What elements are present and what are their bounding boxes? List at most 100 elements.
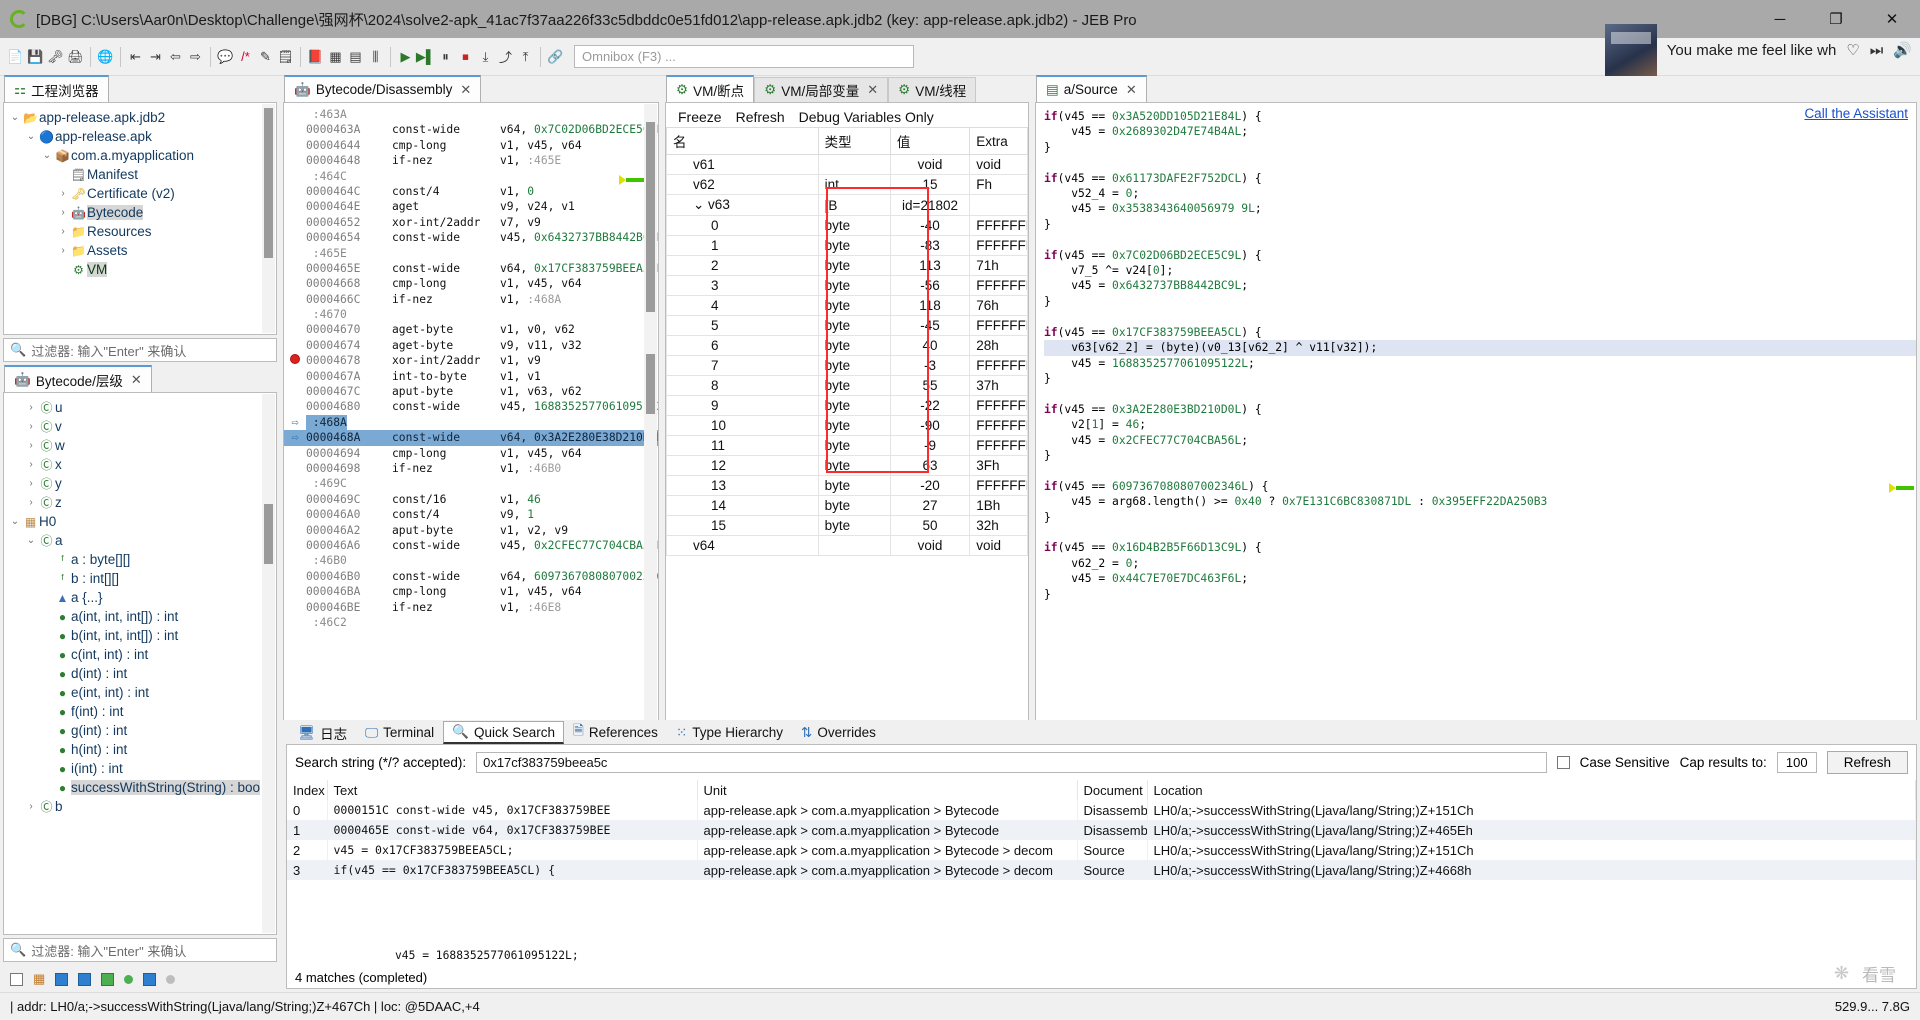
bytecode-line[interactable]: 00004652 xor-int/2addr v7, v9 (284, 215, 658, 230)
table-row[interactable]: 14 byte 27 1Bh (666, 495, 1028, 516)
tab-bytecode-disassembly[interactable]: 🤖 Bytecode/Disassembly ✕ (284, 75, 482, 102)
variable-value[interactable]: -83 (889, 235, 971, 256)
chevron-right-icon[interactable]: › (56, 207, 70, 218)
tree-item[interactable]: ● h(int) : int (4, 740, 276, 759)
grid-icon[interactable]: ▦ (33, 971, 45, 987)
checkbox-blue-icon[interactable] (143, 972, 157, 986)
source-line[interactable]: } (1044, 217, 1916, 232)
table-row[interactable]: v61 void void (666, 154, 1028, 175)
table-row[interactable]: 3 if(v45 == 0x17CF383759BEEA5CL) {app-re… (287, 860, 1916, 880)
bytecode-line[interactable]: 000046BA cmp-long v1, v45, v64 (284, 584, 658, 599)
hierarchy-tree[interactable]: › Ⓒu › Ⓒv › Ⓒw › Ⓒx › Ⓒy › Ⓒz ⌄ ▦ H0 ⌄ Ⓒa ᶠ a : byte[][] ᶠ b… (4, 393, 276, 934)
bytecode-line[interactable]: 00004648 if-nez v1, :465E (284, 153, 658, 168)
case-sensitive-checkbox[interactable] (1556, 756, 1570, 769)
tree-item[interactable]: ▲ a {...} (4, 588, 276, 607)
print-icon[interactable]: 🖨 (66, 46, 85, 68)
column-header[interactable]: Location (1147, 780, 1916, 800)
source-line[interactable]: if(v45 == 0x17CF383759BEEA5CL) { (1044, 325, 1916, 340)
cap-results-input[interactable]: 100 (1776, 752, 1817, 773)
column-header[interactable]: Unit (697, 780, 1078, 800)
bytecode-line[interactable]: 0000467C aput-byte v1, v63, v62 (284, 384, 658, 399)
comment-icon[interactable]: 💬 (216, 46, 235, 68)
tree-item[interactable]: ● e(int, int) : int (4, 683, 276, 702)
variable-value[interactable]: 55 (889, 375, 971, 396)
close-icon[interactable]: ✕ (1126, 82, 1137, 98)
variable-value[interactable]: 50 (889, 515, 971, 536)
tree-item[interactable]: › 🗝 Certificate (v2) (4, 184, 276, 203)
table-row[interactable]: 6 byte 40 28h (666, 335, 1028, 356)
table-row[interactable]: 5byte-45FFFFFFFFFI (666, 315, 1028, 336)
tree-item[interactable]: ● b(int, int, int[]) : int (4, 626, 276, 645)
tab-references[interactable]: 🗎 References (564, 721, 667, 744)
tab-bytecode-hierarchy[interactable]: 🤖 Bytecode/层级 ✕ (4, 365, 152, 392)
bytecode-line[interactable]: 0000464C const/4 v1, 0 (284, 184, 658, 199)
bytecode-line[interactable]: 000046B0 const-wide v64, 60973670808070023… (284, 569, 658, 584)
bytecode-line[interactable]: :463A (284, 107, 658, 122)
table-row[interactable]: 3byte-56FFFFFFFFFI (666, 275, 1028, 296)
run-icon[interactable]: ▶ (396, 46, 415, 68)
tree-item[interactable]: ⌄ ▦ H0 (4, 512, 276, 531)
goto-start-icon[interactable]: ⇤ (126, 46, 145, 68)
table-row[interactable]: v62 int 15 Fh (666, 174, 1028, 195)
tree-item[interactable]: ● f(int) : int (4, 702, 276, 721)
step-into-icon[interactable]: ⤓ (476, 46, 495, 68)
tree-item[interactable]: 🗒 Manifest (4, 165, 276, 184)
source-line[interactable]: } (1044, 371, 1916, 386)
tree-item[interactable]: ● d(int) : int (4, 664, 276, 683)
tree-item[interactable]: › Ⓒu (4, 398, 276, 417)
column-header[interactable]: 值 (889, 127, 971, 155)
source-line[interactable]: } (1044, 510, 1916, 525)
step-out-icon[interactable]: ⤒ (516, 46, 535, 68)
source-line[interactable]: v63[v62_2] = (byte)(v0_13[v62_2] ^ v11[v… (1044, 340, 1916, 356)
debug-variables-only-toggle[interactable]: Debug Variables Only (799, 109, 934, 125)
checkbox-blue-icon[interactable] (78, 972, 92, 986)
tab-VM/局部变量[interactable]: ⚙ VM/局部变量 ✕ (754, 77, 889, 102)
omnibox-input[interactable]: Omnibox (F3) ... (574, 45, 914, 68)
tree-item[interactable]: › Ⓒb (4, 797, 276, 816)
tree-item[interactable]: ⌄ 📦 com.a.myapplication (4, 146, 276, 165)
variable-value[interactable]: id=21802 (889, 194, 971, 216)
bytecode-line[interactable]: ⇨ 0000468A const-wide v64, 0x3A2E280E38D210… (284, 430, 658, 446)
source-line[interactable]: v45 = 0x2CFEC77C704CBA56L; (1044, 433, 1916, 448)
attach-icon[interactable]: 🔗 (546, 46, 565, 68)
variable-value[interactable]: -56 (889, 275, 971, 296)
tree-item[interactable]: › Ⓒz (4, 493, 276, 512)
tab-日志[interactable]: 🖥 日志 (289, 721, 356, 744)
variable-value[interactable]: -3 (889, 355, 971, 376)
close-icon[interactable]: ✕ (867, 82, 878, 98)
variable-value[interactable]: -45 (889, 315, 971, 336)
table-row[interactable]: 7byte-3FFFFFFFFFI (666, 355, 1028, 376)
tree-item[interactable]: ● successWithString(String) : boo (4, 778, 276, 797)
table-row[interactable]: 4 byte 118 76h (666, 295, 1028, 316)
tree-item[interactable]: ⌄ 🔵 app-release.apk (4, 127, 276, 146)
call-assistant-link[interactable]: Call the Assistant (1804, 106, 1908, 121)
variable-value[interactable]: 40 (889, 335, 971, 356)
source-line[interactable]: v45 = 0x3538343640056979 9L; (1044, 201, 1916, 216)
chevron-right-icon[interactable]: › (24, 421, 38, 432)
tab-a-source[interactable]: ▤ a/Source ✕ (1036, 75, 1147, 102)
edit-icon[interactable]: ✎ (256, 46, 275, 68)
source-line[interactable]: v45 = arg68.length() >= 0x40 ? 0x7E131C6… (1044, 494, 1916, 509)
chevron-right-icon[interactable]: › (56, 226, 70, 237)
table-row[interactable]: 2 v45 = 0x17CF383759BEEA5CL; app-release.… (287, 840, 1916, 860)
close-icon[interactable]: ✕ (460, 82, 471, 98)
columns-icon[interactable]: ⫼ (366, 46, 385, 68)
variable-value[interactable]: -22 (889, 395, 971, 416)
rename-icon[interactable]: /* (236, 46, 255, 68)
hierarchy-scrollbar[interactable] (262, 394, 275, 933)
tab-terminal[interactable]: 🖵 Terminal (356, 721, 443, 744)
column-header[interactable]: Text (327, 780, 698, 800)
tab-overrides[interactable]: ⇅ Overrides (792, 721, 885, 744)
tree-item[interactable]: › Ⓒv (4, 417, 276, 436)
table-row[interactable]: 13byte-20FFFFFFFFFI (666, 475, 1028, 496)
source-line[interactable]: v45 = 1688352577061095122L; (1044, 356, 1916, 371)
tree-item[interactable]: ● c(int, int) : int (4, 645, 276, 664)
table-row[interactable]: 9byte-22FFFFFFFFFI (666, 395, 1028, 416)
column-header[interactable]: 类型 (817, 127, 891, 155)
checkbox-green-icon[interactable] (101, 972, 115, 986)
tree-item[interactable]: › Ⓒw (4, 436, 276, 455)
tab-VM/断点[interactable]: ⚙ VM/断点 (666, 75, 755, 102)
bytecode-line[interactable]: 000046A0 const/4 v9, 1 (284, 507, 658, 522)
back-icon[interactable]: ⇦ (166, 46, 185, 68)
bytecode-line[interactable]: 000046A6 const-wide v45, 0x2CFEC77C704CBA5… (284, 538, 658, 553)
